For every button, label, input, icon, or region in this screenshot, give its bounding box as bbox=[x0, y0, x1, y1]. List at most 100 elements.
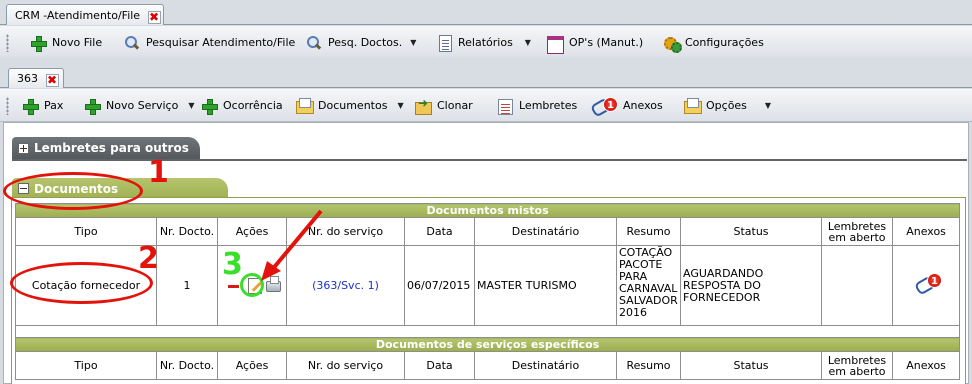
chevron-down-icon[interactable]: ▼ bbox=[188, 101, 194, 110]
file-tab-label: 363 bbox=[17, 72, 38, 85]
column-header-destinatario[interactable]: Destinatário bbox=[474, 351, 617, 380]
pesq-doctos-button[interactable]: Pesq. Doctos. ▼ bbox=[306, 26, 416, 59]
close-icon[interactable]: ✖ bbox=[147, 11, 161, 24]
clonar-label: Clonar bbox=[437, 99, 473, 112]
column-header-nr-docto[interactable]: Nr. Docto. bbox=[156, 217, 218, 246]
anexos-button[interactable]: 1 Anexos bbox=[591, 89, 663, 122]
ops-manut-label: OP's (Manut.) bbox=[569, 36, 644, 49]
annotation-arrow bbox=[261, 209, 323, 281]
chevron-down-icon[interactable]: ▼ bbox=[765, 101, 771, 110]
lembretes-button[interactable]: Lembretes bbox=[497, 89, 577, 122]
toolbar-grip-icon[interactable] bbox=[6, 34, 9, 52]
attachment-count-badge: 1 bbox=[927, 273, 942, 288]
column-header-lembretes[interactable]: Lembretes em aberto bbox=[821, 217, 893, 246]
pax-label: Pax bbox=[44, 99, 64, 112]
chevron-down-icon[interactable]: ▼ bbox=[525, 38, 531, 47]
documentos-label: Documentos bbox=[318, 99, 388, 112]
opcoes-label: Opções bbox=[706, 99, 747, 112]
column-header-nr-docto[interactable]: Nr. Docto. bbox=[156, 351, 218, 380]
annotation-oval-documentos bbox=[3, 172, 143, 210]
toolbar-grip-icon[interactable] bbox=[6, 97, 9, 115]
options-icon bbox=[684, 97, 702, 114]
close-icon[interactable]: ✖ bbox=[45, 74, 59, 87]
panel-lembretes-outros-title: Lembretes para outros bbox=[34, 141, 189, 155]
tab-file-363[interactable]: 363 ✖ bbox=[8, 68, 64, 88]
cell-status: AGUARDANDO RESPOSTA DO FORNECEDOR bbox=[680, 245, 822, 326]
clonar-button[interactable]: Clonar bbox=[415, 89, 473, 122]
column-header-anexos[interactable]: Anexos bbox=[891, 351, 961, 380]
outer-tabstrip: CRM -Atendimento/File ✖ bbox=[0, 0, 972, 25]
expand-icon[interactable] bbox=[18, 142, 29, 154]
annotation-number-3: 3 bbox=[222, 247, 243, 282]
column-header-resumo[interactable]: Resumo bbox=[616, 217, 681, 246]
column-header-destinatario[interactable]: Destinatário bbox=[474, 217, 617, 246]
window-icon bbox=[547, 35, 564, 54]
lembretes-label: Lembretes bbox=[519, 99, 578, 112]
ocorrencia-label: Ocorrência bbox=[223, 99, 283, 112]
column-header-tipo[interactable]: Tipo bbox=[15, 217, 157, 246]
cell-lembretes bbox=[821, 245, 893, 326]
chevron-down-icon[interactable]: ▼ bbox=[397, 101, 403, 110]
anexos-label: Anexos bbox=[623, 99, 663, 112]
panel-lembretes-outros-header[interactable]: Lembretes para outros bbox=[12, 137, 200, 159]
documentos-mistos-title: Documentos mistos bbox=[14, 203, 961, 218]
column-header-resumo[interactable]: Resumo bbox=[616, 351, 681, 380]
novo-file-button[interactable]: Novo File bbox=[30, 26, 102, 59]
plus-icon bbox=[22, 98, 39, 115]
plus-icon bbox=[30, 35, 47, 52]
column-header-anexos[interactable]: Anexos bbox=[891, 217, 961, 246]
main-toolbar: Novo File Pesquisar Atendimento/File Pes… bbox=[0, 26, 972, 59]
pesq-doctos-label: Pesq. Doctos. bbox=[328, 36, 403, 49]
ocorrencia-button[interactable]: Ocorrência bbox=[201, 89, 283, 122]
relatorios-button[interactable]: Relatórios ▼ bbox=[436, 26, 531, 59]
folder-icon bbox=[296, 97, 314, 114]
novo-servico-label: Novo Serviço bbox=[106, 99, 179, 112]
clone-icon bbox=[415, 96, 432, 115]
file-toolbar: Pax Novo Serviço ▼ Ocorrência Documentos… bbox=[0, 89, 972, 122]
attachment-icon: 1 bbox=[591, 96, 618, 114]
annotation-oval-tipo bbox=[10, 262, 153, 304]
file-tabstrip: 363 ✖ bbox=[0, 58, 972, 88]
column-header-status[interactable]: Status bbox=[680, 351, 822, 380]
search-icon bbox=[124, 35, 140, 51]
arrow-shaft bbox=[269, 209, 323, 273]
annotation-number-1: 1 bbox=[148, 155, 169, 190]
novo-file-label: Novo File bbox=[52, 36, 103, 49]
chevron-down-icon[interactable]: ▼ bbox=[410, 38, 416, 47]
tab-crm-atendimento[interactable]: CRM -Atendimento/File ✖ bbox=[6, 4, 164, 25]
remove-icon[interactable] bbox=[228, 284, 239, 288]
cell-destinatario: MASTER TURISMO bbox=[474, 245, 617, 326]
cell-data: 06/07/2015 bbox=[404, 245, 475, 326]
plus-icon bbox=[201, 98, 218, 115]
configuracoes-button[interactable]: Configurações bbox=[663, 26, 764, 59]
document-icon bbox=[436, 34, 452, 52]
novo-servico-button[interactable]: Novo Serviço ▼ bbox=[84, 89, 194, 122]
relatorios-label: Relatórios bbox=[458, 36, 513, 49]
plus-icon bbox=[84, 98, 101, 115]
column-header-data[interactable]: Data bbox=[404, 217, 475, 246]
column-header-data[interactable]: Data bbox=[404, 351, 475, 380]
documentos-especificos-table: Documentos de serviços específicos Tipo … bbox=[14, 337, 961, 380]
cell-nr-docto: 1 bbox=[156, 245, 218, 326]
pesquisar-atendimento-button[interactable]: Pesquisar Atendimento/File bbox=[124, 26, 295, 59]
column-header-lembretes[interactable]: Lembretes em aberto bbox=[821, 351, 893, 380]
search-icon bbox=[306, 35, 322, 51]
cell-resumo: COTAÇÃO PACOTE PARA CARNAVAL SALVADOR 20… bbox=[616, 245, 681, 326]
pesquisar-atendimento-label: Pesquisar Atendimento/File bbox=[146, 36, 296, 49]
configuracoes-label: Configurações bbox=[685, 36, 764, 49]
gear-icon bbox=[663, 35, 682, 53]
ops-manut-button[interactable]: OP's (Manut.) bbox=[547, 26, 643, 59]
attachment-count-badge: 1 bbox=[603, 96, 618, 112]
documentos-button[interactable]: Documentos ▼ bbox=[296, 89, 404, 122]
column-header-tipo[interactable]: Tipo bbox=[15, 351, 157, 380]
annotation-number-2: 2 bbox=[138, 241, 159, 276]
table-spacer bbox=[14, 325, 961, 338]
pax-button[interactable]: Pax bbox=[22, 89, 63, 122]
opcoes-button[interactable]: Opções ▼ bbox=[684, 89, 771, 122]
column-header-acoes[interactable]: Ações bbox=[217, 351, 287, 380]
reminders-icon bbox=[497, 98, 513, 115]
attachment-icon[interactable]: 1 bbox=[915, 273, 943, 292]
cell-anexos: 1 bbox=[891, 245, 961, 326]
column-header-status[interactable]: Status bbox=[680, 217, 822, 246]
column-header-nr-servico[interactable]: Nr. do serviço bbox=[286, 351, 405, 380]
